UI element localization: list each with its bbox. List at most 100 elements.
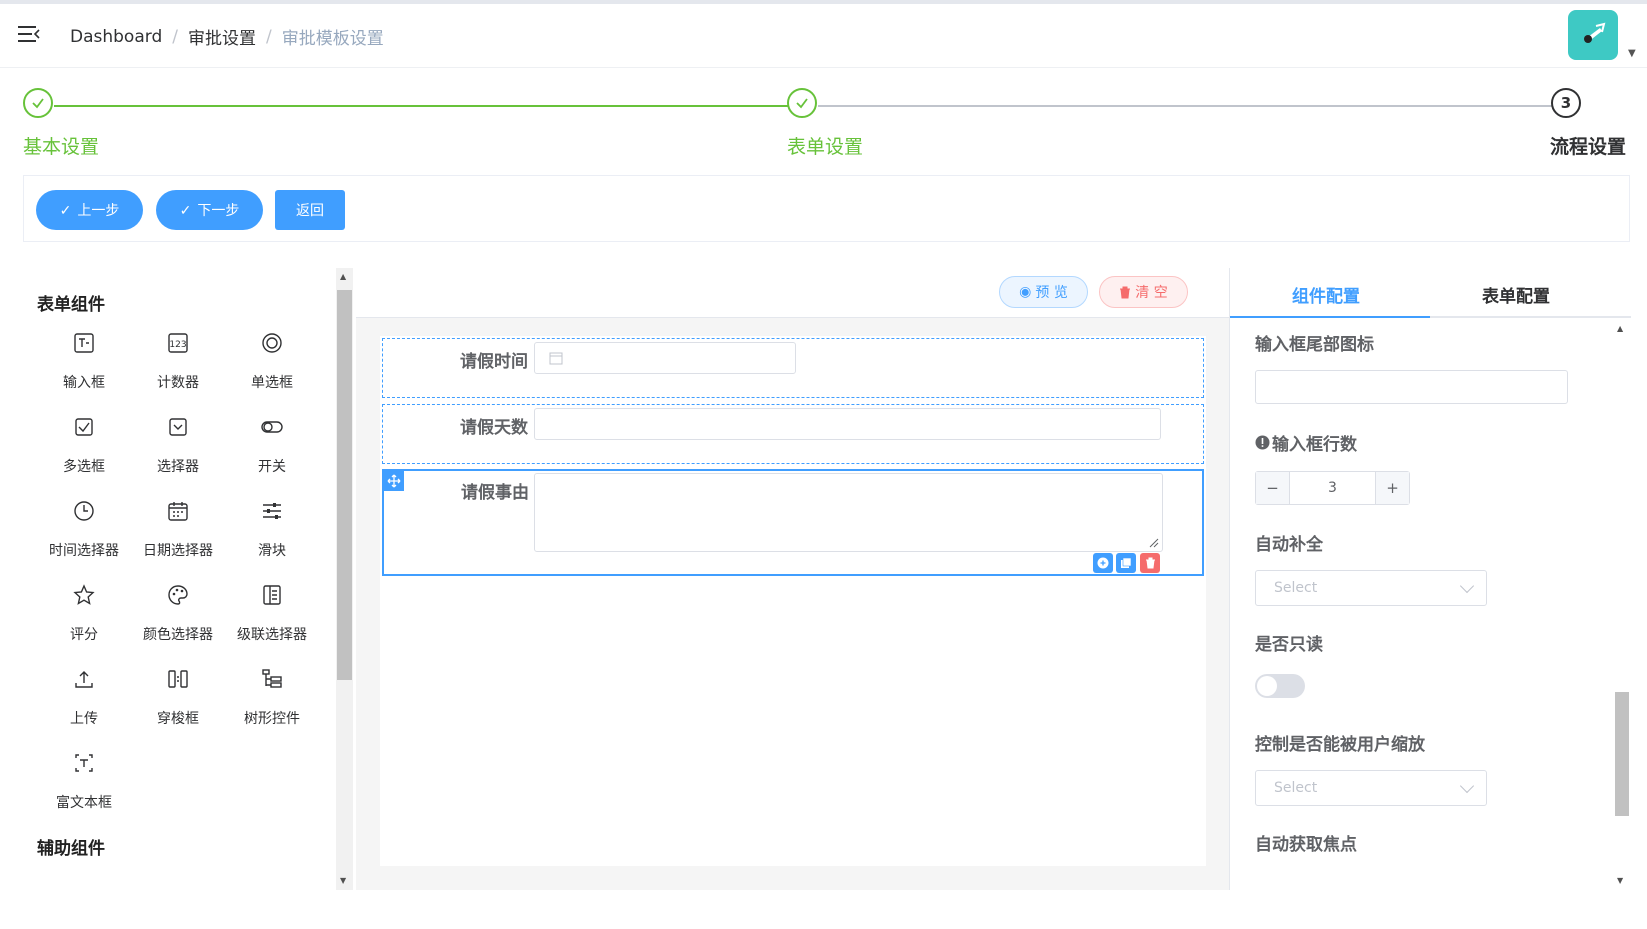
component-switch[interactable]: 开关: [225, 410, 319, 490]
component-tree[interactable]: 树形控件: [225, 662, 319, 742]
checkbox-icon: [75, 418, 93, 436]
aux-components-title: 辅助组件: [37, 839, 105, 859]
component-label: 颜色选择器: [143, 627, 213, 643]
textarea[interactable]: [534, 473, 1163, 552]
scroll-down-icon[interactable]: ▼: [340, 876, 346, 885]
resize-label: 控制是否能被用户缩放: [1255, 735, 1425, 755]
chevron-down-icon[interactable]: ▼: [1628, 48, 1636, 59]
component-time-picker[interactable]: 时间选择器: [37, 494, 131, 574]
next-step-label: 下一步: [197, 202, 240, 218]
scrollbar-thumb[interactable]: [337, 290, 352, 680]
autocomplete-label: 自动补全: [1255, 535, 1323, 555]
autocomplete-select[interactable]: Select: [1255, 570, 1487, 606]
component-label: 日期选择器: [143, 543, 213, 559]
calendar-icon: [549, 352, 563, 365]
component-date-picker[interactable]: 日期选择器: [131, 494, 225, 574]
component-label: 级联选择器: [237, 627, 307, 643]
slider-icon: [263, 503, 281, 519]
component-label: 时间选择器: [49, 543, 119, 559]
scroll-down-icon[interactable]: ▼: [1617, 876, 1623, 885]
component-label: 穿梭框: [157, 711, 199, 727]
hamburger-icon[interactable]: [18, 24, 40, 44]
resize-handle-icon[interactable]: [1149, 538, 1159, 548]
component-rate[interactable]: 评分: [37, 578, 131, 658]
preview-button[interactable]: ◉ 预 览: [999, 276, 1088, 308]
upload-icon: [75, 671, 93, 688]
add-field-button[interactable]: [1093, 553, 1113, 573]
richtext-icon: [75, 754, 93, 772]
clock-icon: [74, 501, 94, 521]
component-select[interactable]: 选择器: [131, 410, 225, 490]
form-item-leave-reason[interactable]: 请假事由: [382, 469, 1204, 576]
input-icon: [74, 333, 94, 353]
calendar-icon: [168, 502, 188, 521]
counter-icon: 123: [168, 333, 188, 353]
form-item-leave-time[interactable]: 请假时间: [382, 338, 1204, 398]
scrollbar-thumb[interactable]: [1615, 692, 1629, 816]
resize-select[interactable]: Select: [1255, 770, 1487, 806]
field-label: 请假事由: [461, 483, 529, 503]
component-input[interactable]: 输入框: [37, 326, 131, 406]
component-transfer[interactable]: 穿梭框: [131, 662, 225, 742]
avatar[interactable]: [1568, 10, 1618, 60]
component-label: 树形控件: [244, 711, 300, 727]
component-label: 评分: [70, 627, 98, 643]
prev-step-label: 上一步: [77, 202, 120, 218]
chevron-down-icon: [1459, 578, 1475, 594]
scroll-up-icon[interactable]: ▲: [340, 272, 346, 281]
clear-button[interactable]: 清 空: [1099, 276, 1188, 308]
component-radio[interactable]: 单选框: [225, 326, 319, 406]
trash-icon: [1145, 557, 1155, 569]
component-label: 多选框: [63, 459, 105, 475]
canvas-toolbar: ◉ 预 览 清 空: [356, 268, 1229, 318]
component-palette: 表单组件 输入框 123 计数器 单选框 多选框 选择器 开关 时间选择器 日期…: [23, 268, 353, 890]
breadcrumb-approval-settings[interactable]: 审批设置: [188, 24, 256, 49]
field-label: 请假时间: [460, 352, 528, 372]
select-icon: [169, 418, 187, 436]
tab-component-config[interactable]: 组件配置: [1292, 282, 1360, 307]
component-cascader[interactable]: 级联选择器: [225, 578, 319, 658]
form-item-leave-days[interactable]: 请假天数: [382, 404, 1204, 464]
delete-field-button[interactable]: [1140, 553, 1160, 573]
form-canvas: 请假时间 请假天数 请假事由: [380, 336, 1206, 866]
prev-step-button[interactable]: ✓ 上一步: [36, 190, 143, 230]
tree-icon: [262, 669, 282, 688]
component-slider[interactable]: 滑块: [225, 494, 319, 574]
text-input[interactable]: [534, 408, 1161, 440]
scroll-up-icon[interactable]: ▲: [1617, 324, 1623, 333]
step-2-title: 表单设置: [787, 136, 864, 158]
config-scrollbar[interactable]: ▲ ▼: [1612, 320, 1630, 890]
breadcrumb-separator: /: [172, 26, 178, 47]
component-label: 单选框: [251, 375, 293, 391]
trash-icon: [1120, 286, 1131, 298]
autocomplete-placeholder: Select: [1274, 580, 1318, 596]
copy-field-button[interactable]: [1116, 553, 1136, 573]
component-label: 上传: [70, 711, 98, 727]
component-upload[interactable]: 上传: [37, 662, 131, 742]
cascader-icon: [263, 585, 281, 605]
step-1-check-icon: [23, 88, 53, 118]
palette-scrollbar[interactable]: ▲ ▼: [336, 268, 353, 890]
suffix-icon-input[interactable]: [1255, 370, 1568, 404]
config-tabs: 组件配置 表单配置: [1230, 268, 1631, 318]
next-step-button[interactable]: ✓ 下一步: [156, 190, 263, 230]
component-color-picker[interactable]: 颜色选择器: [131, 578, 225, 658]
eye-icon: ◉: [1019, 284, 1032, 300]
tab-form-config[interactable]: 表单配置: [1482, 282, 1550, 307]
info-icon: [1255, 435, 1270, 450]
step-3-number: 3: [1551, 88, 1581, 118]
date-input[interactable]: [534, 342, 796, 374]
breadcrumb-dashboard[interactable]: Dashboard: [70, 27, 162, 47]
component-counter[interactable]: 123 计数器: [131, 326, 225, 406]
tab-active-indicator: [1230, 316, 1430, 318]
config-panel: 组件配置 表单配置 输入框尾部图标 输入框行数 − 3 + 自动补全 Selec…: [1229, 268, 1631, 890]
readonly-switch[interactable]: [1255, 674, 1305, 698]
component-rich-text[interactable]: 富文本框: [37, 746, 131, 826]
rows-stepper[interactable]: − 3 +: [1255, 471, 1410, 505]
rows-value[interactable]: 3: [1290, 472, 1375, 504]
decrement-button[interactable]: −: [1256, 472, 1290, 504]
back-button[interactable]: 返回: [275, 190, 345, 230]
component-checkbox[interactable]: 多选框: [37, 410, 131, 490]
increment-button[interactable]: +: [1375, 472, 1409, 504]
navbar: Dashboard / 审批设置 / 审批模板设置 ▼: [0, 4, 1647, 68]
